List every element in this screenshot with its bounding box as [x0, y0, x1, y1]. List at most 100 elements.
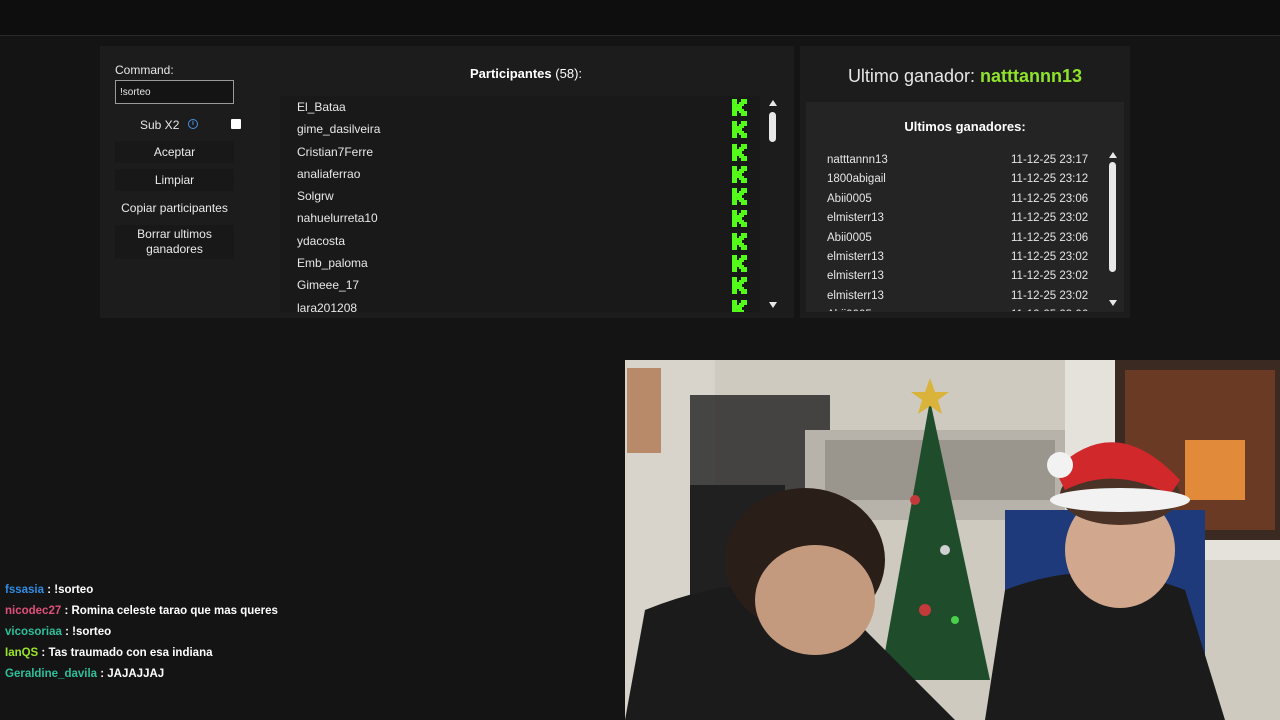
- chat-text: JAJAJJAJ: [107, 668, 165, 680]
- ganadores-scrollbar[interactable]: [1107, 148, 1119, 310]
- winner-date: 11-12-25 23:02: [1011, 212, 1089, 225]
- participant-row[interactable]: gime_dasilveira: [280, 118, 760, 140]
- ultimos-ganadores-title: Ultimos ganadores:: [904, 119, 1026, 134]
- chat-separator: :: [44, 584, 55, 596]
- participant-row[interactable]: El_Bataa: [280, 96, 760, 118]
- winners-panel: Ultimo ganador: natttannn13 Ultimos gana…: [800, 46, 1130, 318]
- limpiar-button[interactable]: Limpiar: [115, 169, 234, 191]
- winner-row: natttannn13 11-12-25 23:17: [826, 151, 1106, 170]
- winner-row: elmisterr13 11-12-25 23:02: [826, 267, 1106, 286]
- participantes-title-text: Participantes: [470, 66, 552, 81]
- winner-date: 11-12-25 23:06: [1011, 309, 1088, 311]
- chat-text: !sorteo: [72, 626, 112, 638]
- sub-x2-label: Sub X2: [140, 118, 180, 132]
- scroll-down-icon[interactable]: [1109, 300, 1117, 306]
- kick-icon: [732, 232, 747, 250]
- chat-message: fssasia : !sorteo: [5, 584, 605, 605]
- aceptar-button[interactable]: Aceptar: [115, 141, 234, 163]
- winner-row: Abii0005 11-12-25 23:06: [826, 190, 1106, 209]
- info-icon[interactable]: i: [188, 119, 198, 129]
- winner-name: elmisterr13: [827, 212, 884, 225]
- winner-name: elmisterr13: [827, 250, 884, 263]
- winner-row: elmisterr13 11-12-25 23:02: [826, 209, 1106, 228]
- ultimo-ganador-label: Ultimo ganador:: [847, 66, 976, 86]
- webcam-image: [625, 360, 1280, 720]
- participant-name: Gimeee_17: [297, 278, 360, 293]
- winner-name: natttannn13: [827, 154, 888, 166]
- participant-name: Solgrw: [297, 189, 334, 204]
- chat-separator: :: [61, 605, 72, 617]
- kick-icon: [732, 188, 747, 206]
- winner-date: 11-12-25 23:12: [1011, 173, 1089, 186]
- chat-separator: :: [38, 647, 49, 659]
- participant-row[interactable]: lara201208: [280, 297, 760, 312]
- chat-message: Geraldine_davila : JAJAJJAJ: [5, 668, 605, 689]
- chat-separator: :: [97, 668, 108, 680]
- giveaway-panel: Command: Sub X2 i Aceptar Limpiar Copiar…: [100, 46, 794, 318]
- participant-row[interactable]: ydacosta: [280, 230, 760, 252]
- participant-name: gime_dasilveira: [297, 122, 381, 137]
- participant-name: nahuelurreta10: [297, 211, 378, 226]
- participant-row[interactable]: analiaferrao: [280, 163, 760, 185]
- participant-name: Cristian7Ferre: [297, 144, 374, 159]
- scroll-up-icon[interactable]: [769, 100, 777, 106]
- participant-row[interactable]: nahuelurreta10: [280, 207, 760, 229]
- chat-text: !sorteo: [54, 584, 94, 596]
- participant-row[interactable]: Emb_paloma: [280, 252, 760, 274]
- kick-icon: [732, 165, 747, 183]
- participant-name: lara201208: [297, 300, 358, 312]
- sub-x2-checkbox[interactable]: [231, 119, 241, 129]
- chat-separator: :: [61, 626, 73, 638]
- participant-row[interactable]: Gimeee_17: [280, 274, 760, 296]
- winner-row: Abii0005 11-12-25 23:06: [826, 306, 1106, 311]
- scroll-thumb[interactable]: [1109, 162, 1116, 272]
- scroll-thumb[interactable]: [769, 112, 776, 142]
- winner-name: 1800abigail: [827, 173, 886, 186]
- winner-date: 11-12-25 23:02: [1011, 250, 1089, 263]
- chat-username: vicosoriaa: [5, 626, 62, 638]
- winner-date: 11-12-25 23:06: [1011, 192, 1089, 205]
- chat-username: nicodec27: [5, 605, 62, 617]
- chat-username: fssasia: [5, 584, 45, 596]
- participant-row[interactable]: Cristian7Ferre: [280, 141, 760, 163]
- scroll-down-icon[interactable]: [769, 302, 777, 308]
- command-input[interactable]: [115, 80, 234, 104]
- winner-date: 11-12-25 23:02: [1011, 289, 1089, 302]
- participant-name: Emb_paloma: [297, 256, 368, 271]
- winner-name: elmisterr13: [827, 289, 884, 302]
- kick-icon: [732, 255, 747, 273]
- kick-icon: [732, 143, 747, 161]
- winner-row: elmisterr13 11-12-25 23:02: [826, 248, 1106, 267]
- borrar-ganadores-button[interactable]: Borrar ultimos ganadores: [115, 225, 234, 259]
- winner-name: Abii0005: [827, 231, 872, 244]
- copiar-participantes-button[interactable]: Copiar participantes: [115, 197, 234, 219]
- chat-message: IanQS : Tas traumado con esa indiana: [5, 647, 605, 668]
- participant-name: analiaferrao: [297, 166, 361, 181]
- chat-username: IanQS: [5, 647, 39, 659]
- participant-row[interactable]: Solgrw: [280, 185, 760, 207]
- participant-name: El_Bataa: [297, 100, 346, 114]
- winner-name: elmisterr13: [827, 270, 884, 283]
- scroll-up-icon[interactable]: [1109, 152, 1117, 158]
- ultimos-ganadores-box: Ultimos ganadores: natttannn13 11-12-25 2…: [806, 102, 1124, 312]
- winner-row: elmisterr13 11-12-25 23:02: [826, 287, 1106, 306]
- kick-icon: [732, 299, 747, 312]
- winner-date: 11-12-25 23:17: [1011, 154, 1089, 166]
- winner-row: 1800abigail 11-12-25 23:12: [826, 170, 1106, 189]
- top-bar: [0, 0, 1280, 36]
- ultimo-ganador: Ultimo ganador: natttannn13: [800, 66, 1130, 87]
- participantes-list[interactable]: El_Bataa gime_dasilveira Cristian7Ferre ana…: [280, 96, 760, 312]
- ultimos-ganadores-list[interactable]: natttannn13 11-12-25 23:17 1800abigail 11-1…: [826, 151, 1106, 311]
- winner-date: 11-12-25 23:06: [1011, 231, 1089, 244]
- chat-overlay: fssasia : !sorteo nicodec27 : Romina cele…: [5, 584, 605, 689]
- winner-date: 11-12-25 23:02: [1011, 270, 1089, 283]
- kick-icon: [732, 210, 747, 228]
- winner-row: Abii0005 11-12-25 23:06: [826, 229, 1106, 248]
- participantes-scrollbar[interactable]: [767, 96, 779, 312]
- chat-message: vicosoriaa : !sorteo: [5, 626, 605, 647]
- participantes-title: Participantes (58):: [470, 66, 582, 81]
- chat-username: Geraldine_davila: [5, 668, 98, 680]
- winner-name: Abii0005: [827, 192, 872, 205]
- ultimo-ganador-name: natttannn13: [980, 66, 1083, 86]
- chat-message: nicodec27 : Romina celeste tarao que mas…: [5, 605, 605, 626]
